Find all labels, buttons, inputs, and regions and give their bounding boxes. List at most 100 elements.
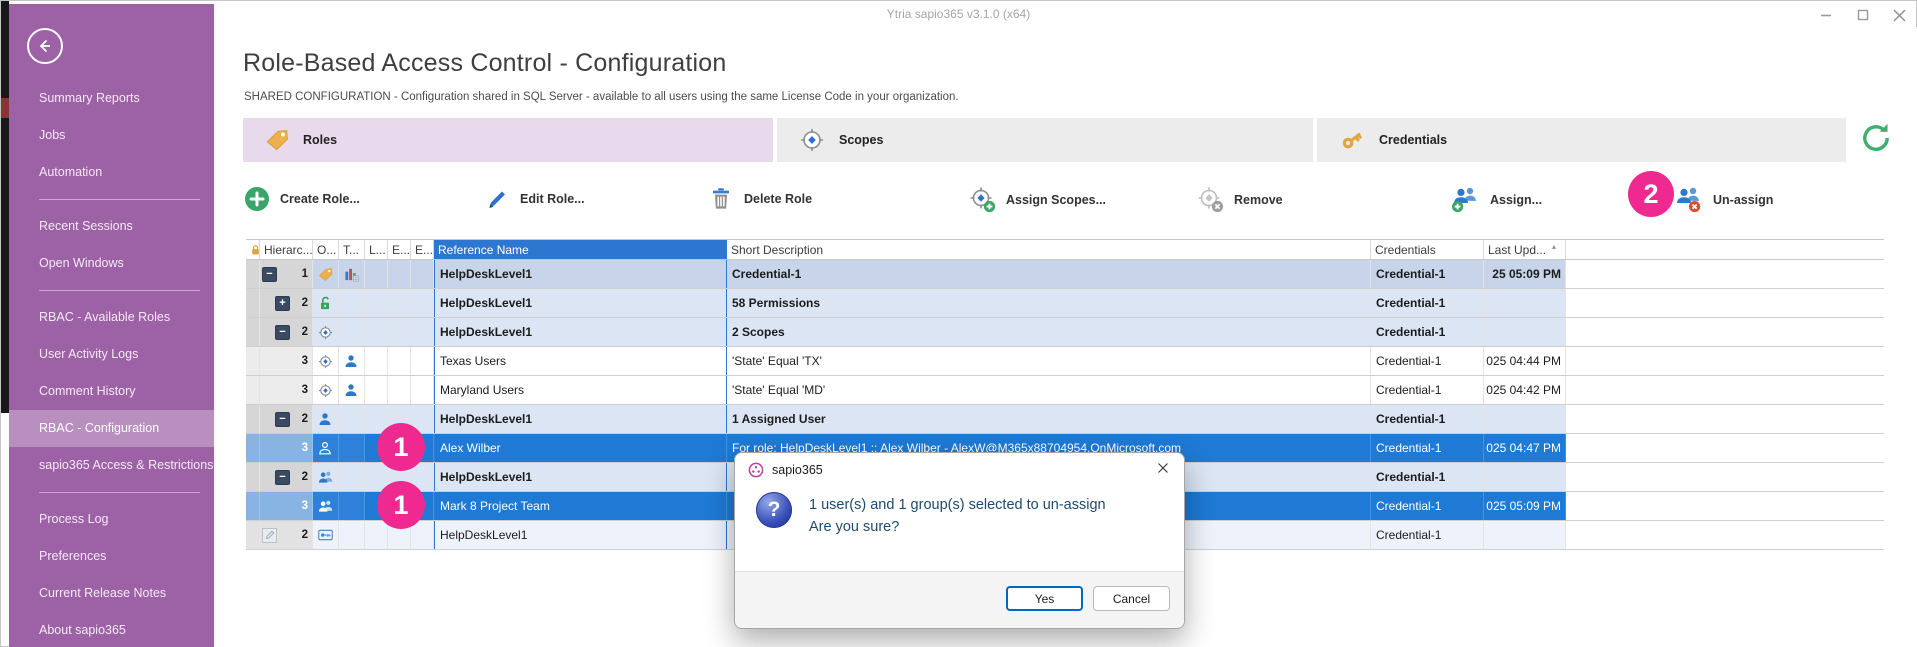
sidebar-item-comment-history[interactable]: Comment History <box>9 373 214 410</box>
sidebar-item-rbac-available-roles[interactable]: RBAC - Available Roles <box>9 299 214 336</box>
table-row[interactable]: 2 HelpDeskLevel1 1 Assigned User Credent… <box>246 405 1884 434</box>
column-header-credentials[interactable]: Credentials <box>1371 240 1484 259</box>
table-row[interactable]: 2 HelpDeskLevel1 58 Permissions Credenti… <box>246 289 1884 318</box>
lock-column-header[interactable] <box>246 240 260 259</box>
toolbar-label: Assign... <box>1490 193 1542 207</box>
sidebar-item-automation[interactable]: Automation <box>9 154 214 191</box>
table-row[interactable]: 3 Texas Users 'State' Equal 'TX' Credent… <box>246 347 1884 376</box>
sidebar-divider <box>39 290 200 291</box>
reference-name-cell: Alex Wilber <box>434 434 727 462</box>
minimize-icon[interactable] <box>1819 9 1832 22</box>
assign-button[interactable]: Assign... <box>1450 186 1542 213</box>
tab-label: Scopes <box>839 133 883 147</box>
column-header-last-updated[interactable]: Last Upd...▴ <box>1484 240 1566 259</box>
edit-role-button[interactable]: Edit Role... <box>484 186 585 212</box>
column-header-t[interactable]: T... <box>339 240 365 259</box>
sidebar-item-jobs[interactable]: Jobs <box>9 117 214 154</box>
short-description-cell: 2 Scopes <box>727 318 1371 346</box>
credentials-cell: Credential-1 <box>1371 376 1484 404</box>
short-description-cell: 'State' Equal 'TX' <box>727 347 1371 375</box>
add-circle-icon <box>244 186 270 212</box>
remove-button[interactable]: Remove <box>1197 186 1283 213</box>
sidebar-item-about-sapio365[interactable]: About sapio365 <box>9 612 214 647</box>
table-row[interactable]: 1 HelpDeskLevel1 Credential-1 Credential… <box>246 260 1884 289</box>
short-description-cell: Credential-1 <box>727 260 1371 288</box>
window-titlebar: Ytria sapio365 v3.1.0 (x64) <box>1 1 1916 27</box>
key-icon <box>1339 127 1365 153</box>
window-title: Ytria sapio365 v3.1.0 (x64) <box>1 7 1916 21</box>
refresh-icon[interactable] <box>1860 122 1892 154</box>
users-icon <box>318 470 333 484</box>
toolbar-label: Create Role... <box>280 192 360 206</box>
credentials-cell: Credential-1 <box>1371 463 1484 491</box>
create-role-button[interactable]: Create Role... <box>244 186 360 212</box>
last-updated-cell <box>1484 405 1566 433</box>
sidebar-divider <box>39 199 200 200</box>
last-updated-cell: 25 05:09 PM <box>1484 260 1566 288</box>
annotation-step-1: 1 <box>377 423 425 471</box>
tab-roles[interactable]: Roles <box>243 118 773 162</box>
column-header-short-description[interactable]: Short Description <box>727 240 1371 259</box>
dialog-body: ? 1 user(s) and 1 group(s) selected to u… <box>735 486 1184 538</box>
pencil-icon <box>484 186 510 212</box>
toolbar-label: Un-assign <box>1713 193 1773 207</box>
sidebar-item-user-activity-logs[interactable]: User Activity Logs <box>9 336 214 373</box>
back-button[interactable] <box>27 28 63 64</box>
column-header-e1[interactable]: E... <box>388 240 411 259</box>
sidebar-item-preferences[interactable]: Preferences <box>9 538 214 575</box>
tab-credentials[interactable]: Credentials <box>1317 118 1846 162</box>
sidebar-item-rbac-configuration[interactable]: RBAC - Configuration <box>9 410 214 447</box>
last-updated-cell: 025 04:47 PM <box>1484 434 1566 462</box>
close-icon[interactable] <box>1893 9 1906 22</box>
confirm-unassign-dialog: sapio365 ? 1 user(s) and 1 group(s) sele… <box>734 452 1185 629</box>
toolbar-label: Edit Role... <box>520 192 585 206</box>
short-description-cell: 1 Assigned User <box>727 405 1371 433</box>
last-updated-cell: 025 05:09 PM <box>1484 492 1566 520</box>
last-updated-cell <box>1484 289 1566 317</box>
annotation-step-2: 2 <box>1628 171 1674 217</box>
collapse-toggle-icon[interactable] <box>262 267 277 282</box>
grid-header: Hierarc... O... T... L... E... E... Refe… <box>246 239 1884 260</box>
assign-scopes-button[interactable]: Assign Scopes... <box>969 186 1106 213</box>
card-key-icon <box>318 529 333 541</box>
credentials-cell: Credential-1 <box>1371 405 1484 433</box>
collapse-toggle-icon[interactable] <box>275 412 290 427</box>
maximize-icon[interactable] <box>1856 9 1869 22</box>
dialog-close-icon[interactable] <box>1155 460 1171 479</box>
scope-icon <box>318 325 333 340</box>
user-icon <box>318 412 332 426</box>
yes-button[interactable]: Yes <box>1006 586 1083 611</box>
column-header-e2[interactable]: E... <box>411 240 434 259</box>
cancel-button[interactable]: Cancel <box>1093 586 1170 611</box>
tab-strip: Roles Scopes Credentials <box>243 118 1846 162</box>
column-header-reference-name[interactable]: Reference Name <box>434 240 727 259</box>
trash-icon <box>708 186 734 212</box>
column-header-l[interactable]: L... <box>365 240 388 259</box>
sidebar-item-open-windows[interactable]: Open Windows <box>9 245 214 282</box>
dialog-footer: Yes Cancel <box>735 571 1184 628</box>
sidebar-item-process-log[interactable]: Process Log <box>9 501 214 538</box>
table-row[interactable]: 3 Maryland Users 'State' Equal 'MD' Cred… <box>246 376 1884 405</box>
sidebar-item-current-release-notes[interactable]: Current Release Notes <box>9 575 214 612</box>
user-icon <box>344 354 358 368</box>
reference-name-cell: HelpDeskLevel1 <box>434 405 727 433</box>
credentials-cell: Credential-1 <box>1371 521 1484 549</box>
collapse-toggle-icon[interactable] <box>275 470 290 485</box>
column-header-hierarchy[interactable]: Hierarc... <box>260 240 313 259</box>
sidebar-item-summary-reports[interactable]: Summary Reports <box>9 80 214 117</box>
un-assign-button[interactable]: Un-assign <box>1673 186 1773 213</box>
table-row[interactable]: 2 HelpDeskLevel1 2 Scopes Credential-1 <box>246 318 1884 347</box>
sidebar: Summary Reports Jobs Automation Recent S… <box>9 4 214 647</box>
collapse-toggle-icon[interactable] <box>275 325 290 340</box>
credentials-cell: Credential-1 <box>1371 318 1484 346</box>
tab-scopes[interactable]: Scopes <box>777 118 1313 162</box>
column-header-o[interactable]: O... <box>313 240 339 259</box>
background-window-accent <box>1 98 9 118</box>
delete-role-button[interactable]: Delete Role <box>708 186 812 212</box>
expand-toggle-icon[interactable] <box>275 296 290 311</box>
background-window-sliver <box>1 1 9 413</box>
scope-icon <box>318 383 333 398</box>
sidebar-item-recent-sessions[interactable]: Recent Sessions <box>9 208 214 245</box>
sort-indicator-icon: ▴ <box>1552 242 1556 251</box>
sidebar-item-sapio365-access-restrictions[interactable]: sapio365 Access & Restrictions <box>9 447 214 484</box>
